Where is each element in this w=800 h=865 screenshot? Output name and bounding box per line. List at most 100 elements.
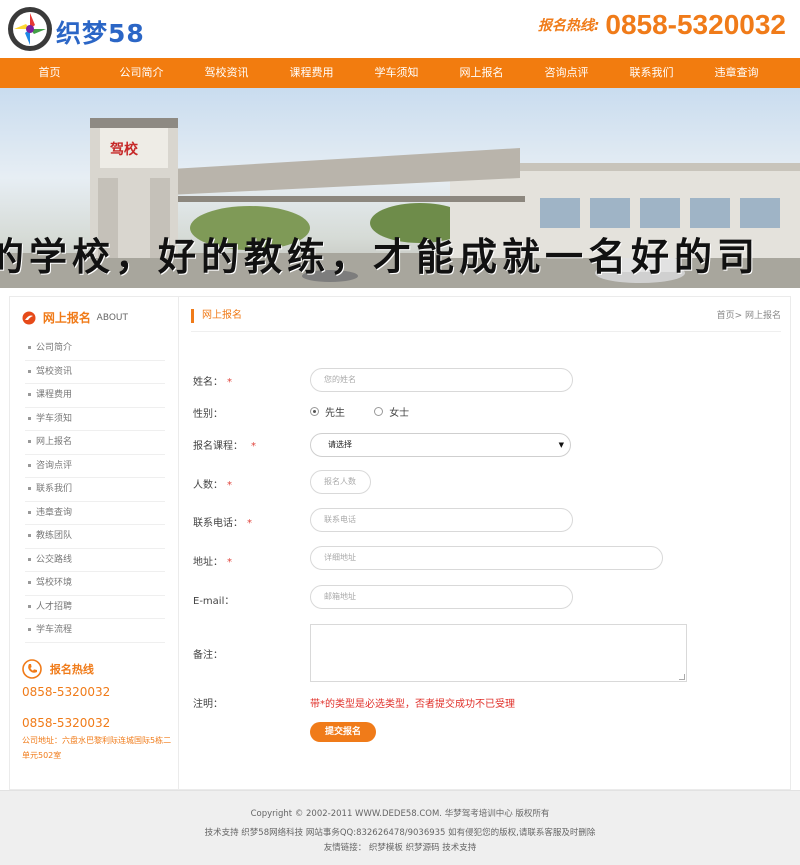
nav-item-about[interactable]: 公司简介 (99, 58, 184, 88)
sidebar-menu: 公司简介 驾校资讯 课程费用 学车须知 网上报名 咨询点评 联系我们 违章查询 … (25, 337, 165, 643)
required-mark: * (251, 441, 256, 452)
sidebar-item-fees[interactable]: 课程费用 (25, 384, 165, 408)
banner-slogan: 的学校，好的教练，才能成就一名好的司 (0, 234, 761, 279)
sidebar-item-label: 人才招聘 (36, 601, 73, 612)
count-label-text: 人数： (193, 480, 223, 491)
required-mark: * (227, 557, 232, 568)
nav-item-signup[interactable]: 网上报名 (439, 58, 524, 88)
course-label: 报名课程： * (193, 437, 256, 452)
gender-radio-group: 先生 女士 (310, 404, 435, 419)
chevron-down-icon: ▼ (558, 441, 564, 449)
remark-textarea[interactable] (310, 624, 687, 682)
phone-input[interactable]: 联系电话 (310, 508, 573, 532)
site-header: 织梦58 报名热线: 0858-5320032 (0, 0, 800, 58)
sidebar-item-label: 教练团队 (36, 531, 73, 541)
phone-label-text: 联系电话： (193, 518, 243, 529)
sidebar-item-label: 学车流程 (36, 625, 73, 635)
site-logo[interactable]: 织梦58 (6, 5, 146, 53)
content-header: 网上报名 首页> 网上报名 (191, 308, 781, 332)
hotline-number: 0858-5320032 (605, 9, 786, 40)
page-title: 网上报名 (191, 309, 242, 323)
nav-item-notice[interactable]: 学车须知 (354, 58, 439, 88)
sidebar-item-jobs[interactable]: 人才招聘 (25, 596, 165, 619)
sidebar: 网上报名 ABOUT 公司简介 驾校资讯 课程费用 学车须知 网上报名 咨询点评… (10, 297, 179, 789)
course-select-value: 请选择 (328, 440, 352, 449)
sidebar-item-label: 驾校环境 (36, 578, 73, 588)
breadcrumb[interactable]: 首页> 网上报名 (717, 309, 781, 323)
name-input[interactable]: 您的姓名 (310, 368, 573, 392)
sidebar-item-coaches[interactable]: 教练团队 (25, 525, 165, 549)
bullet-icon (28, 628, 31, 631)
sidebar-item-label: 联系我们 (36, 484, 73, 494)
sidebar-contact: 报名热线 0858-5320032 0858-5320032 公司地址：六盘水巴… (22, 659, 172, 763)
sidebar-item-signup[interactable]: 网上报名 (25, 431, 165, 455)
sidebar-item-about[interactable]: 公司简介 (25, 337, 165, 361)
address-label: 地址： * (193, 553, 232, 568)
gender-female-radio[interactable] (374, 407, 384, 416)
gate-sign: 驾校 (109, 141, 139, 158)
contact-phone-secondary: 0858-5320032 (22, 716, 111, 730)
sidebar-item-label: 驾校资讯 (36, 366, 73, 377)
content-area: 网上报名 首页> 网上报名 姓名： * 您的姓名 性别： 先生 女士 报名课程： *… (179, 297, 790, 789)
nav-item-fees[interactable]: 课程费用 (269, 58, 354, 88)
footer-support: 技术支持 织梦58网络科技 网站事务QQ:832626478/9036935 如… (204, 828, 596, 838)
nav-item-contact[interactable]: 联系我们 (609, 58, 694, 88)
phone-label: 联系电话： * (193, 514, 252, 529)
hotline: 报名热线: 0858-5320032 (538, 9, 786, 47)
sidebar-item-label: 公司简介 (36, 343, 73, 353)
main-nav: 首页 公司简介 驾校资讯 课程费用 学车须知 网上报名 咨询点评 联系我们 违章… (0, 58, 800, 88)
contact-address: 公司地址：六盘水巴黎利际连城国际5栋二单元502室 (22, 736, 172, 760)
gender-label: 性别： (193, 409, 223, 420)
bullet-icon (28, 534, 31, 537)
sidebar-item-label: 公交路线 (36, 554, 73, 565)
submit-button[interactable]: 提交报名 (310, 722, 376, 742)
hotline-label: 报名热线: (537, 18, 600, 34)
sidebar-item-environment[interactable]: 驾校环境 (25, 572, 165, 596)
gender-male-label[interactable]: 先生 (325, 404, 345, 419)
sidebar-item-news[interactable]: 驾校资讯 (25, 361, 165, 384)
nav-item-reviews[interactable]: 咨询点评 (524, 58, 609, 88)
nav-item-news[interactable]: 驾校资讯 (184, 58, 269, 88)
sidebar-item-label: 网上报名 (36, 437, 73, 447)
sidebar-item-reviews[interactable]: 咨询点评 (25, 455, 165, 478)
count-input[interactable]: 报名人数 (310, 470, 371, 494)
hero-banner: 驾校 的学校，好的教练，才能成就一名好的司 (0, 88, 800, 288)
required-mark: * (227, 480, 232, 491)
note-label: 注明： (193, 699, 223, 710)
main-container: 网上报名 ABOUT 公司简介 驾校资讯 课程费用 学车须知 网上报名 咨询点评… (9, 296, 791, 790)
sidebar-item-bus[interactable]: 公交路线 (25, 549, 165, 572)
bullet-icon (28, 393, 31, 396)
name-label: 姓名： * (193, 373, 232, 388)
bullet-icon (28, 510, 31, 514)
gender-male-radio[interactable] (310, 407, 319, 416)
sidebar-item-contact[interactable]: 联系我们 (25, 478, 165, 502)
bullet-icon (28, 440, 31, 443)
sidebar-item-notice[interactable]: 学车须知 (25, 408, 165, 431)
bullet-icon (28, 369, 31, 373)
phone-icon (22, 659, 42, 679)
bullet-icon (28, 557, 31, 561)
sidebar-item-label: 违章查询 (36, 507, 73, 518)
email-input[interactable]: 邮箱地址 (310, 585, 573, 609)
sidebar-title: 网上报名 ABOUT (22, 309, 128, 329)
course-select[interactable]: 请选择 ▼ (310, 433, 571, 457)
flame-icon (22, 311, 36, 324)
site-footer: Copyright © 2002-2011 WWW.DEDE58.COM. 华梦… (0, 790, 800, 865)
sidebar-item-label: 咨询点评 (36, 460, 73, 471)
count-label: 人数： * (193, 476, 232, 491)
sidebar-item-process[interactable]: 学车流程 (25, 619, 165, 643)
nav-item-home[interactable]: 首页 (0, 58, 99, 88)
remark-label: 备注： (193, 650, 223, 661)
nav-item-violations[interactable]: 违章查询 (694, 58, 779, 88)
gender-female-label[interactable]: 女士 (389, 404, 409, 419)
bullet-icon (28, 416, 31, 420)
address-input[interactable]: 详细地址 (310, 546, 663, 570)
name-label-text: 姓名： (193, 377, 223, 388)
sidebar-item-label: 学车须知 (36, 413, 73, 424)
footer-copyright: Copyright © 2002-2011 WWW.DEDE58.COM. 华梦… (250, 809, 550, 819)
footer-links[interactable]: 友情链接： 织梦模板 织梦源码 技术支持 (0, 841, 800, 853)
course-label-text: 报名课程： (193, 441, 243, 452)
sidebar-item-violations[interactable]: 违章查询 (25, 502, 165, 525)
bullet-icon (28, 487, 31, 490)
bullet-icon (28, 346, 31, 349)
